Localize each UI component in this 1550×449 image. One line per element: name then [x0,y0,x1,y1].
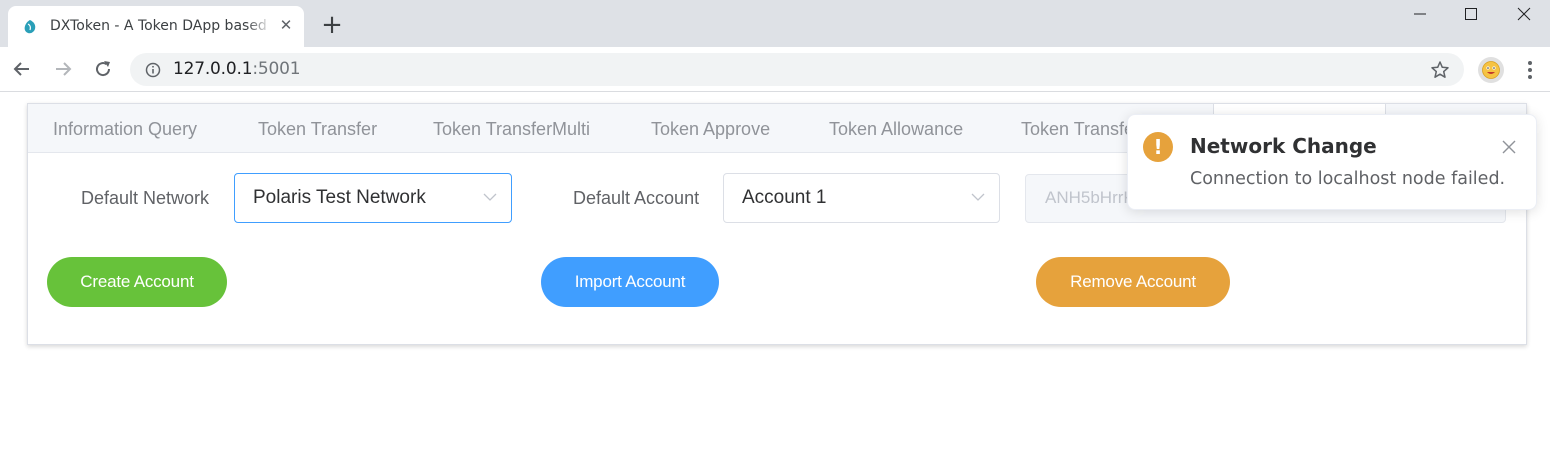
dxtoken-favicon-icon [24,20,36,34]
maximize-icon [1465,8,1477,20]
default-network-label: Default Network [81,188,210,208]
chevron-down-icon [483,193,497,201]
close-tab-icon[interactable]: ✕ [278,18,294,34]
arrow-left-icon [13,62,29,76]
reload-button[interactable] [91,57,115,81]
default-network-select[interactable]: Polaris Test Network [234,173,512,223]
tab-token-approve[interactable]: Token Approve [651,104,770,153]
minimize-icon [1414,13,1426,15]
minimize-window-button[interactable] [1394,0,1446,28]
close-window-icon [1517,7,1531,21]
arrow-right-icon [56,62,72,76]
import-account-button[interactable]: Import Account [541,257,719,307]
close-icon[interactable] [1501,139,1517,155]
info-icon[interactable] [145,62,161,78]
url-host: 127.0.0.1 [173,59,253,79]
default-account-label: Default Account [573,188,700,208]
profile-avatar-button[interactable] [1478,57,1504,83]
maximize-window-button[interactable] [1445,0,1497,28]
browser-tab-strip: DXToken - A Token DApp based on DX ✕ + [0,0,1550,47]
notification-title: Network Change [1190,134,1377,158]
forward-button[interactable] [51,57,75,81]
default-account-value: Account 1 [742,187,827,208]
address-bar[interactable]: 127.0.0.1:5001 [130,53,1464,86]
warning-icon: ! [1143,132,1173,162]
back-button[interactable] [10,57,34,81]
url-text[interactable]: 127.0.0.1:5001 [173,59,301,79]
browser-tab-title: DXToken - A Token DApp based on DX [50,18,272,34]
browser-tab[interactable]: DXToken - A Token DApp based on DX ✕ [8,6,304,47]
tab-information-query[interactable]: Information Query [53,104,197,153]
close-window-button[interactable] [1498,0,1550,28]
tab-token-transfer[interactable]: Token Transfer [258,104,377,153]
remove-account-button[interactable]: Remove Account [1036,257,1230,307]
bookmark-star-icon[interactable] [1430,60,1450,80]
notification-message: Connection to localhost node failed. [1190,169,1506,189]
default-account-select[interactable]: Account 1 [723,173,1000,223]
tab-token-allowance[interactable]: Token Allowance [829,104,963,153]
tab-token-transfermulti[interactable]: Token TransferMulti [433,104,590,153]
new-tab-button[interactable]: + [318,12,346,40]
default-network-value: Polaris Test Network [253,187,426,208]
chevron-down-icon [971,193,985,201]
network-change-notification: ! Network Change Connection to localhost… [1127,114,1537,210]
url-port: :5001 [252,59,301,79]
reload-icon [96,61,111,77]
browser-menu-icon[interactable] [1520,58,1540,82]
browser-toolbar: 127.0.0.1:5001 [0,47,1550,92]
emoji-avatar-icon [1482,61,1500,79]
create-account-button[interactable]: Create Account [47,257,227,307]
